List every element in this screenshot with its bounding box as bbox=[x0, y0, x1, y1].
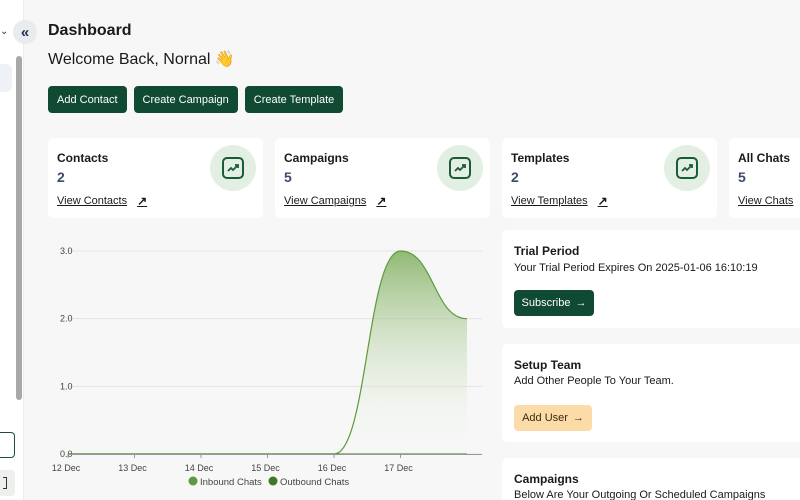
legend-marker bbox=[268, 476, 278, 486]
setup-team-text: Add Other People To Your Team. bbox=[514, 375, 674, 387]
sidebar: ⌄ bbox=[0, 0, 24, 500]
arrow-up-right-icon: ↗ bbox=[597, 194, 608, 208]
trend-badge bbox=[437, 145, 483, 191]
x-tick-label: 16 Dec bbox=[318, 463, 347, 473]
add-contact-button[interactable]: Add Contact bbox=[48, 86, 127, 113]
trend-badge bbox=[664, 145, 710, 191]
subscribe-button[interactable]: Subscribe → bbox=[514, 290, 594, 316]
stat-label: All Chats bbox=[738, 151, 791, 165]
sidebar-active-item[interactable] bbox=[0, 64, 12, 92]
x-tick-label: 12 Dec bbox=[52, 463, 81, 473]
double-chevron-left-icon: « bbox=[20, 23, 30, 41]
stat-value: 5 bbox=[284, 169, 292, 185]
stat-card-campaigns: Campaigns 5 View Campaigns ↗ bbox=[275, 138, 490, 218]
chevron-down-icon[interactable]: ⌄ bbox=[0, 26, 8, 37]
arrow-up-right-icon: ↗ bbox=[376, 194, 387, 208]
chats-area-chart: 0.01.02.03.012 Dec 13 Dec 14 Dec 15 Dec 16 D… bbox=[52, 246, 482, 488]
trend-badge bbox=[210, 145, 256, 191]
stat-card-templates: Templates 2 View Templates ↗ bbox=[502, 138, 717, 218]
stat-card-contacts: Contacts 2 View Contacts ↗ bbox=[48, 138, 263, 218]
sidebar-bottom-button[interactable] bbox=[0, 432, 15, 458]
view-campaigns-link[interactable]: View Campaigns ↗ bbox=[284, 194, 386, 208]
sidebar-logout-button[interactable] bbox=[0, 470, 15, 496]
chats-chart: 0.0 1.0 2.0 3.0 12 Dec 13 Dec 14 Dec 15 Dec 16 D… bbox=[36, 232, 486, 497]
y-tick-label: 3.0 bbox=[60, 246, 73, 256]
setup-team-panel: Setup Team Add Other People To Your Team… bbox=[502, 344, 800, 442]
trial-expiry-text: Your Trial Period Expires On 2025-01-06 … bbox=[514, 262, 758, 274]
campaigns-panel: Campaigns Below Are Your Outgoing Or Sch… bbox=[502, 458, 800, 500]
arrow-right-icon: → bbox=[572, 412, 584, 424]
campaigns-panel-text: Below Are Your Outgoing Or Scheduled Cam… bbox=[514, 489, 766, 500]
stat-value: 5 bbox=[738, 169, 746, 185]
stat-card-all-chats: All Chats 5 View Chats↗ bbox=[729, 138, 800, 218]
view-chats-link[interactable]: View Chats↗ bbox=[738, 194, 800, 208]
sidebar-scrollbar[interactable] bbox=[16, 56, 22, 400]
y-tick-label: 2.0 bbox=[60, 314, 73, 324]
x-tick-label: 17 Dec bbox=[384, 463, 413, 473]
view-templates-link[interactable]: View Templates ↗ bbox=[511, 194, 608, 208]
welcome-message: Welcome Back, Nornal 👋 bbox=[48, 51, 235, 68]
trend-up-icon bbox=[227, 164, 239, 172]
trial-period-panel: Trial Period Your Trial Period Expires O… bbox=[502, 230, 800, 328]
y-tick-label: 1.0 bbox=[60, 381, 73, 391]
stat-value: 2 bbox=[511, 169, 519, 185]
quick-actions: Add Contact Create Campaign Create Templ… bbox=[48, 86, 344, 113]
trend-up-icon bbox=[454, 164, 466, 172]
legend-marker bbox=[188, 476, 198, 486]
add-user-button[interactable]: Add User → bbox=[514, 405, 592, 431]
stat-label: Campaigns bbox=[284, 151, 349, 165]
campaigns-panel-title: Campaigns bbox=[514, 472, 579, 486]
x-tick-label: 15 Dec bbox=[251, 463, 280, 473]
trend-up-icon bbox=[681, 164, 693, 172]
arrow-up-right-icon: ↗ bbox=[137, 194, 148, 208]
collapse-sidebar-button[interactable]: « bbox=[13, 20, 37, 44]
legend-label: Outbound Chats bbox=[280, 477, 349, 488]
page-title: Dashboard bbox=[48, 22, 132, 39]
stat-value: 2 bbox=[57, 169, 65, 185]
setup-team-title: Setup Team bbox=[514, 358, 582, 372]
door-icon bbox=[3, 477, 7, 489]
arrow-right-icon: → bbox=[575, 297, 587, 309]
stat-label: Contacts bbox=[57, 151, 109, 165]
inbound-area bbox=[68, 251, 467, 454]
x-tick-label: 13 Dec bbox=[118, 463, 147, 473]
view-contacts-link[interactable]: View Contacts ↗ bbox=[57, 194, 147, 208]
trial-title: Trial Period bbox=[514, 244, 580, 258]
create-campaign-button[interactable]: Create Campaign bbox=[133, 86, 238, 113]
create-template-button[interactable]: Create Template bbox=[244, 86, 344, 113]
legend-label: Inbound Chats bbox=[200, 477, 262, 488]
x-tick-label: 14 Dec bbox=[185, 463, 214, 473]
stat-label: Templates bbox=[511, 151, 570, 165]
